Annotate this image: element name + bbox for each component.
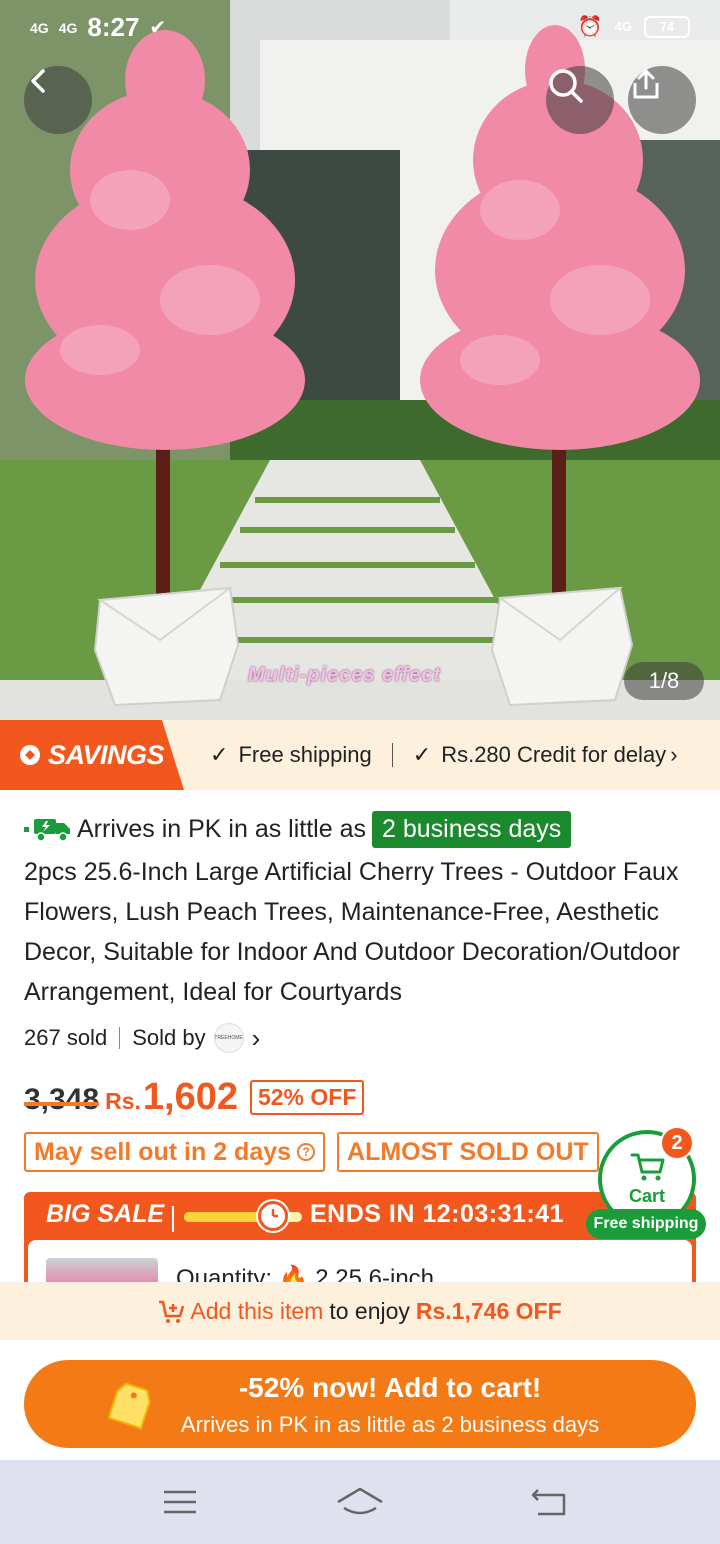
- battery-icon: 74: [644, 15, 690, 38]
- sold-by-label: Sold by: [132, 1025, 206, 1050]
- share-button[interactable]: [628, 66, 696, 134]
- quantity-text: Quantity: 🔥 2 25.6-inch: [176, 1265, 435, 1282]
- currency: Rs.: [105, 1088, 141, 1114]
- cta-main-text: -52% now! Add to cart!: [238, 1372, 542, 1403]
- sale-price: 1,602: [142, 1076, 238, 1118]
- alarm-icon: ⏰: [577, 16, 603, 38]
- status-bar: 4G 4G 8:27 ✔ ⏰ 4G 74: [0, 0, 720, 56]
- promo-middle-text: to enjoy: [329, 1298, 410, 1324]
- savings-icon: [20, 745, 40, 765]
- sold-count: 267 sold: [24, 1025, 108, 1050]
- back-button[interactable]: [24, 66, 92, 134]
- cart-icon: [630, 1153, 665, 1181]
- check-icon: ✓: [412, 742, 432, 767]
- divider: [172, 1206, 174, 1232]
- add-to-cart-button[interactable]: -52% now! Add to cart! Arrives in PK in …: [24, 1360, 696, 1448]
- credit-delay-text: Rs.280 Credit for delay: [441, 742, 667, 767]
- seller-logo[interactable]: TREEHOME: [213, 1023, 244, 1053]
- truck-icon: [34, 819, 70, 842]
- help-icon[interactable]: ?: [297, 1143, 316, 1161]
- signal-icon: 4G: [614, 19, 632, 34]
- signal-icon: 4G: [30, 19, 49, 36]
- urgency-tags: May sell out in 2 days ? ALMOST SOLD OUT: [24, 1132, 600, 1172]
- cart-label: Cart: [628, 1186, 665, 1206]
- system-nav-bar: [0, 1460, 720, 1544]
- savings-strip[interactable]: SAVINGS ✓ Free shipping ✓ Rs.280 Credit …: [0, 720, 720, 790]
- divider: [391, 743, 393, 767]
- check-icon: ✓: [210, 742, 229, 767]
- delivery-estimate: Arrives in PK in as little as 2 business…: [24, 808, 572, 850]
- cart-count-badge: 2: [660, 1126, 694, 1160]
- discount-badge: 52% OFF: [249, 1080, 365, 1115]
- add-item-text: Add this item: [190, 1298, 324, 1324]
- free-shipping-pill: Free shipping: [586, 1209, 706, 1239]
- product-image[interactable]: 4G 4G 8:27 ✔ ⏰ 4G 74 Multi-pieces effect…: [0, 0, 720, 720]
- sold-row[interactable]: 267 sold Sold by TREEHOME ›: [24, 1022, 260, 1054]
- clock: 8:27: [87, 12, 140, 42]
- home-icon[interactable]: [336, 1486, 384, 1518]
- search-button[interactable]: [546, 66, 614, 134]
- clock-icon: [258, 1201, 288, 1231]
- chevron-left-icon: [31, 69, 45, 93]
- cta-sub-text: Arrives in PK in as little as 2 business…: [180, 1412, 600, 1437]
- delivery-days-badge: 2 business days: [372, 810, 572, 848]
- image-pager: 1/8: [624, 662, 704, 700]
- promo-bar[interactable]: Add this item to enjoy Rs.1,746 OFF: [0, 1282, 720, 1340]
- product-title: 2pcs 25.6-Inch Large Artificial Cherry T…: [24, 858, 680, 1006]
- variant-thumbnail[interactable]: [46, 1258, 158, 1282]
- original-price: 3,348: [24, 1083, 100, 1116]
- almost-sold-out-tag: ALMOST SOLD OUT: [337, 1132, 600, 1172]
- promo-amount: Rs.1,746 OFF: [415, 1298, 562, 1324]
- search-icon: [549, 69, 583, 103]
- divider: [119, 1027, 121, 1049]
- free-shipping-text: Free shipping: [238, 742, 372, 767]
- back-nav-icon[interactable]: [530, 1486, 568, 1518]
- variant-panel[interactable]: Quantity: 🔥 2 25.6-inch: [28, 1240, 692, 1282]
- chevron-right-icon[interactable]: ›: [252, 1023, 261, 1054]
- image-caption: Multi-pieces effect: [248, 664, 442, 686]
- check-circle-icon: ✔: [149, 17, 167, 39]
- sell-out-tag[interactable]: May sell out in 2 days ?: [24, 1132, 326, 1172]
- add-to-cart-icon: [159, 1300, 185, 1323]
- sale-countdown: ENDS IN 12:03:31:41: [310, 1200, 565, 1228]
- dot-icon: [24, 826, 29, 832]
- share-icon: [633, 69, 659, 99]
- price-row: 3,348 Rs. 1,602 52% OFF: [24, 1076, 365, 1126]
- savings-badge: SAVINGS: [0, 720, 184, 790]
- menu-icon[interactable]: [162, 1486, 198, 1518]
- signal-icon: 4G: [58, 19, 78, 36]
- big-sale-label: BIG SALE: [46, 1200, 165, 1228]
- chevron-right-icon[interactable]: ›: [670, 742, 677, 768]
